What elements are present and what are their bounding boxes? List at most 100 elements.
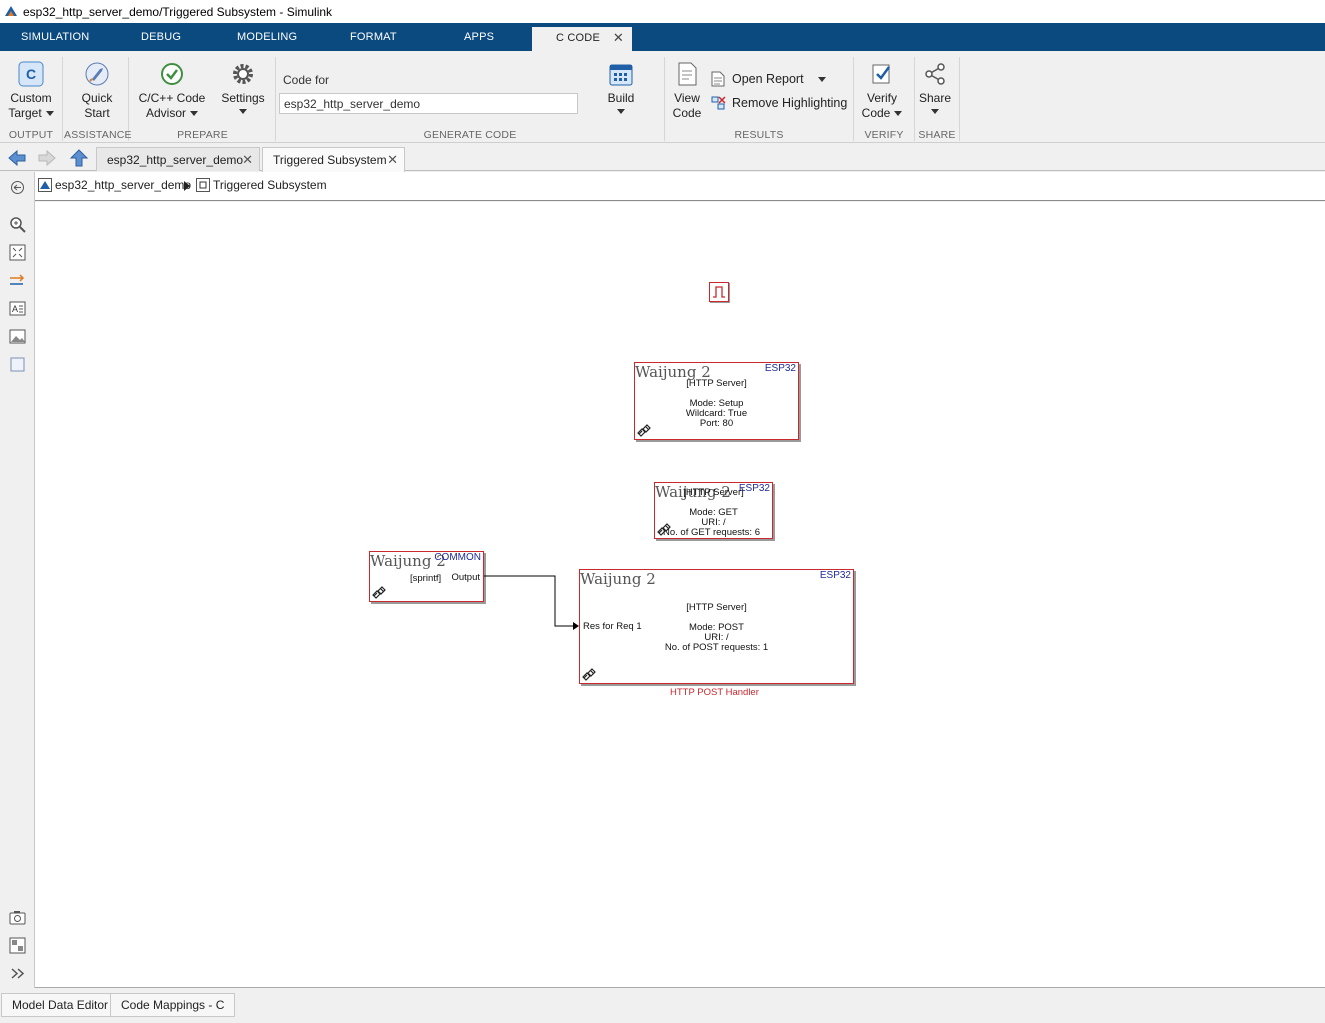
view-code-line2: Code	[672, 106, 702, 120]
code-for-input[interactable]	[279, 93, 578, 114]
view-code-button[interactable]: View Code	[668, 61, 706, 121]
verify-code-line2: Code	[861, 106, 891, 120]
block-tag: COMMON	[434, 552, 481, 563]
tab-c-code[interactable]: C CODE ✕	[532, 27, 632, 51]
document-icon	[678, 62, 697, 86]
double-chevron-right-icon[interactable]	[9, 965, 26, 982]
verify-code-button[interactable]: Verify Code	[858, 61, 906, 121]
svg-text:A: A	[12, 304, 18, 314]
build-button[interactable]: Build	[598, 61, 644, 114]
subsystem-icon	[196, 178, 210, 192]
c-target-icon: C	[18, 61, 44, 87]
tab-subsystem-label: Triggered Subsystem	[273, 153, 387, 167]
remove-highlighting-label: Remove Highlighting	[732, 96, 848, 110]
sprintf-block[interactable]: Waijung 2 COMMON [sprintf] Output	[369, 551, 484, 602]
http-server-setup-block[interactable]: Waijung 2 ESP32 [HTTP Server] Mode: Setu…	[634, 362, 799, 440]
library-link-icon	[637, 424, 651, 437]
zoom-icon[interactable]	[9, 216, 26, 233]
screenshot-icon[interactable]	[9, 909, 26, 926]
chevron-down-icon	[239, 109, 247, 114]
code-advisor-line2: Advisor	[145, 106, 186, 120]
tab-apps[interactable]: APPS	[464, 23, 494, 51]
tab-c-code-label: C CODE	[556, 32, 600, 44]
tab-triggered-subsystem[interactable]: Triggered Subsystem ✕	[262, 147, 405, 172]
divider	[62, 57, 63, 141]
report-icon	[711, 71, 725, 87]
block-line: No. of POST requests: 1	[664, 642, 769, 653]
simulink-app-icon	[5, 6, 17, 16]
share-icon	[925, 63, 945, 85]
quick-start-button[interactable]: Quick Start	[72, 61, 122, 121]
custom-target-button[interactable]: C Custom Target	[6, 61, 56, 121]
toolstrip: C Custom Target Quick Start C/C++ Code A…	[0, 51, 1325, 143]
trigger-icon	[713, 286, 725, 298]
gear-icon	[233, 64, 253, 84]
title-bar: esp32_http_server_demo/Triggered Subsyst…	[0, 0, 1325, 23]
section-label-prepare: PREPARE	[177, 129, 228, 141]
waijung-logo: Waijung 2	[580, 570, 656, 588]
custom-target-line1: Custom	[10, 91, 52, 105]
chevron-down-icon	[190, 111, 198, 117]
breadcrumb-current[interactable]: Triggered Subsystem	[196, 178, 327, 192]
open-report-button[interactable]: Open Report	[710, 71, 826, 87]
model-icon	[38, 178, 52, 192]
open-report-label: Open Report	[732, 72, 804, 86]
settings-button[interactable]: Settings	[216, 61, 270, 114]
tab-modeling[interactable]: MODELING	[237, 23, 297, 51]
trigger-port-block[interactable]	[709, 282, 729, 302]
view-code-line1: View	[674, 91, 700, 105]
signal-routing-icon[interactable]	[9, 272, 26, 289]
tab-simulation[interactable]: SIMULATION	[21, 23, 89, 51]
hide-explorer-icon[interactable]	[9, 179, 26, 196]
tab-model[interactable]: esp32_http_server_demo ✕	[96, 147, 260, 171]
bottom-tab-bar: Model Data Editor Code Mappings - C	[0, 989, 1325, 1023]
breadcrumb-root[interactable]: esp32_http_server_demo	[38, 178, 191, 192]
library-link-icon	[372, 586, 386, 599]
block-caption: HTTP POST Handler	[670, 687, 759, 698]
forward-arrow-icon[interactable]	[37, 149, 57, 167]
svg-text:C: C	[26, 66, 36, 82]
divider	[959, 57, 960, 141]
tab-code-mappings[interactable]: Code Mappings - C	[110, 993, 236, 1017]
breadcrumb: esp32_http_server_demo Triggered Subsyst…	[35, 172, 1325, 201]
block-line: Port: 80	[699, 418, 734, 429]
tab-debug[interactable]: DEBUG	[141, 23, 181, 51]
remove-highlighting-button[interactable]: Remove Highlighting	[710, 95, 847, 111]
remove-highlight-icon	[711, 96, 726, 110]
chevron-down-icon	[45, 111, 54, 117]
tab-model-data-editor[interactable]: Model Data Editor	[1, 993, 120, 1017]
settings-label: Settings	[221, 91, 265, 105]
block-tag: ESP32	[819, 570, 851, 581]
up-arrow-icon[interactable]	[69, 149, 89, 167]
share-button[interactable]: Share	[916, 61, 954, 114]
chevron-down-icon	[894, 111, 903, 117]
signal-line[interactable]	[484, 572, 584, 632]
fit-to-view-icon[interactable]	[9, 244, 26, 261]
tab-model-label: esp32_http_server_demo	[107, 153, 244, 167]
annotation-icon[interactable]: A	[9, 300, 26, 317]
output-port-label: Output	[451, 572, 480, 583]
code-advisor-line1: C/C++ Code	[138, 91, 206, 105]
library-link-icon	[582, 668, 596, 681]
back-arrow-icon[interactable]	[7, 149, 27, 167]
chevron-down-icon	[817, 76, 826, 82]
model-canvas[interactable]: Waijung 2 ESP32 [HTTP Server] Mode: Setu…	[35, 202, 1325, 988]
window-title: esp32_http_server_demo/Triggered Subsyst…	[23, 5, 333, 19]
image-icon[interactable]	[9, 328, 26, 345]
close-icon[interactable]: ✕	[613, 27, 624, 49]
breadcrumb-separator-icon	[184, 181, 190, 191]
tab-format[interactable]: FORMAT	[350, 23, 397, 51]
share-label: Share	[918, 91, 952, 105]
breadcrumb-current-label: Triggered Subsystem	[213, 178, 327, 192]
model-browser-icon[interactable]	[9, 937, 26, 954]
close-icon[interactable]: ✕	[387, 148, 398, 172]
area-icon[interactable]	[9, 356, 26, 373]
section-label-verify: VERIFY	[864, 129, 904, 141]
verify-code-line1: Verify	[866, 91, 897, 105]
checkmark-icon	[161, 63, 183, 85]
block-line: [HTTP Server]	[686, 378, 747, 389]
http-post-handler-block[interactable]: Waijung 2 ESP32 Res for Req 1 [HTTP Serv…	[579, 569, 854, 684]
http-server-get-block[interactable]: Waijung 2 ESP32 [HTTP Server] Mode: GET …	[654, 482, 773, 539]
close-icon[interactable]: ✕	[242, 148, 253, 172]
code-advisor-button[interactable]: C/C++ Code Advisor	[134, 61, 210, 121]
